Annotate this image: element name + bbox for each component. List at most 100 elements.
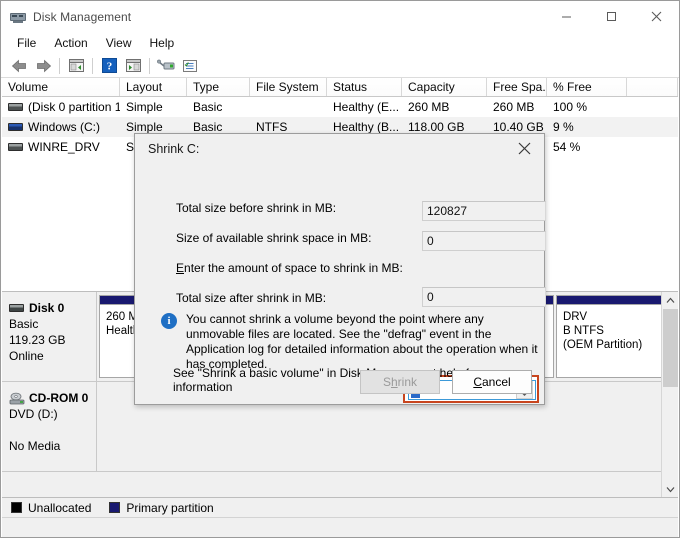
dialog-title: Shrink C: [148,141,200,156]
toolbar: ? [1,54,679,78]
cell-volume: Windows (C:) [2,120,120,134]
cell-volume: WINRE_DRV [2,140,120,154]
column-header-percent-free[interactable]: % Free [547,78,627,96]
cell-type: Basic [193,120,223,134]
close-button[interactable] [634,1,679,32]
disk-type: DVD (D:) [9,407,58,421]
partition-details: DRV B NTFS (OEM Partition) [557,305,675,357]
maximize-button[interactable] [589,1,634,32]
cell-free-space: 260 MB [493,100,535,114]
scrollbar-thumb[interactable] [663,309,678,387]
column-header-capacity[interactable]: Capacity [402,78,487,96]
legend: Unallocated Primary partition [2,497,678,517]
partition-name: DRV [563,311,588,323]
toolbar-separator-1 [59,57,60,74]
toolbar-separator-2 [92,57,93,74]
cancel-button[interactable]: Cancel [452,370,532,394]
field-amount-to-shrink: Enter the amount of space to shrink in M… [148,261,533,283]
dialog-body: Total size before shrink in MB: 120827 S… [135,163,546,406]
shrink-button[interactable]: Shrink [360,370,440,394]
cell-capacity: 260 MB [408,100,450,114]
forward-icon[interactable] [31,55,55,77]
field-total-size-before: Total size before shrink in MB: 120827 [148,201,546,223]
cell-status: Healthy (B... [333,120,400,134]
partition-block[interactable]: DRV B NTFS (OEM Partition) [556,295,676,378]
field-value-total-size-before: 120827 [422,201,546,221]
show-hide-action-pane-icon[interactable] [121,55,145,77]
field-available-shrink-space: Size of available shrink space in MB: 0 [148,231,546,253]
help-icon[interactable]: ? [97,55,121,77]
dialog-buttons: Shrink Cancel [360,370,532,394]
table-row[interactable]: (Disk 0 partition 1) Simple Basic Health… [2,97,678,117]
menu-item-help[interactable]: Help [141,34,184,52]
volume-icon-gray [8,142,23,151]
field-label: Total size after shrink in MB: [176,291,327,305]
column-header-file-system[interactable]: File System [250,78,327,96]
column-header-status[interactable]: Status [327,78,402,96]
shrink-dialog: Shrink C: Total size before shrink in MB… [134,133,546,406]
legend-label-primary-partition: Primary partition [126,500,214,515]
menu-item-view[interactable]: View [97,34,141,52]
dialog-title-bar: Shrink C: [135,134,544,163]
disk-type: Basic [9,317,39,331]
cell-percent-free: 54 % [553,140,581,154]
minimize-button[interactable] [544,1,589,32]
status-bar [2,517,678,537]
disk-state: Online [9,349,44,363]
partition-color-bar [557,296,675,305]
show-hide-console-tree-icon[interactable] [64,55,88,77]
cell-volume: (Disk 0 partition 1) [2,100,120,114]
cell-percent-free: 9 % [553,120,574,134]
column-header-layout[interactable]: Layout [120,78,187,96]
scroll-up-icon[interactable] [662,292,678,309]
disk-size: 119.23 GB [9,333,66,347]
column-header-volume[interactable]: Volume [2,78,120,96]
legend-swatch-unallocated [11,502,22,513]
menu-item-action[interactable]: Action [45,34,96,52]
toolbar-separator-3 [149,57,150,74]
disk-info-cdrom0: CD-ROM 0 DVD (D:) No Media [2,382,97,471]
field-value-available-shrink-space: 0 [422,231,546,251]
column-header-type[interactable]: Type [187,78,250,96]
menu-bar: File Action View Help [1,32,679,54]
cell-file-system: NTFS [256,120,288,134]
volume-icon-gray [8,102,23,111]
graphical-view-scrollbar[interactable] [661,292,678,497]
disk-info-disk0: Disk 0 Basic 119.23 GB Online [2,292,97,381]
column-header-free-space[interactable]: Free Spa... [487,78,547,96]
cell-layout: Simple [126,100,163,114]
cell-capacity: 118.00 GB [408,120,465,134]
partition-filesystem: B NTFS [563,325,604,337]
volume-label: Windows (C:) [28,120,101,134]
info-text: You cannot shrink a volume beyond the po… [186,312,538,371]
cell-status: Healthy (E... [333,100,400,114]
dialog-close-icon[interactable] [504,134,544,163]
legend-label-unallocated: Unallocated [28,500,92,515]
title-bar: Disk Management [1,1,679,32]
cell-layout: Simple [126,120,163,134]
disk-state: No Media [9,439,61,453]
disk-name: CD-ROM 0 [29,391,89,405]
disk-title: Disk 0 [9,301,96,315]
volume-label: WINRE_DRV [28,140,100,154]
menu-item-file[interactable]: File [8,34,45,52]
field-label: Size of available shrink space in MB: [176,231,372,245]
window-controls [544,1,679,32]
disk-title: CD-ROM 0 [9,391,96,405]
legend-swatch-primary-partition [109,502,121,513]
cdrom-icon [9,392,25,405]
disk-size [9,423,96,437]
shrink-button-label: Shrink [382,375,418,389]
scroll-down-icon[interactable] [662,481,678,497]
disk-management-icon [10,9,26,25]
column-header-blank[interactable] [627,78,678,96]
back-icon[interactable] [7,55,31,77]
cell-free-space: 10.40 GB [493,120,544,134]
field-label: Enter the amount of space to shrink in M… [176,261,403,275]
svg-text:?: ? [106,61,112,73]
rescan-disks-icon[interactable] [154,55,178,77]
volume-list-header: Volume Layout Type File System Status Ca… [2,78,678,97]
field-total-size-after: Total size after shrink in MB: 0 [148,287,546,309]
properties-icon[interactable] [178,55,202,77]
partition-oem: (OEM Partition) [563,339,643,351]
